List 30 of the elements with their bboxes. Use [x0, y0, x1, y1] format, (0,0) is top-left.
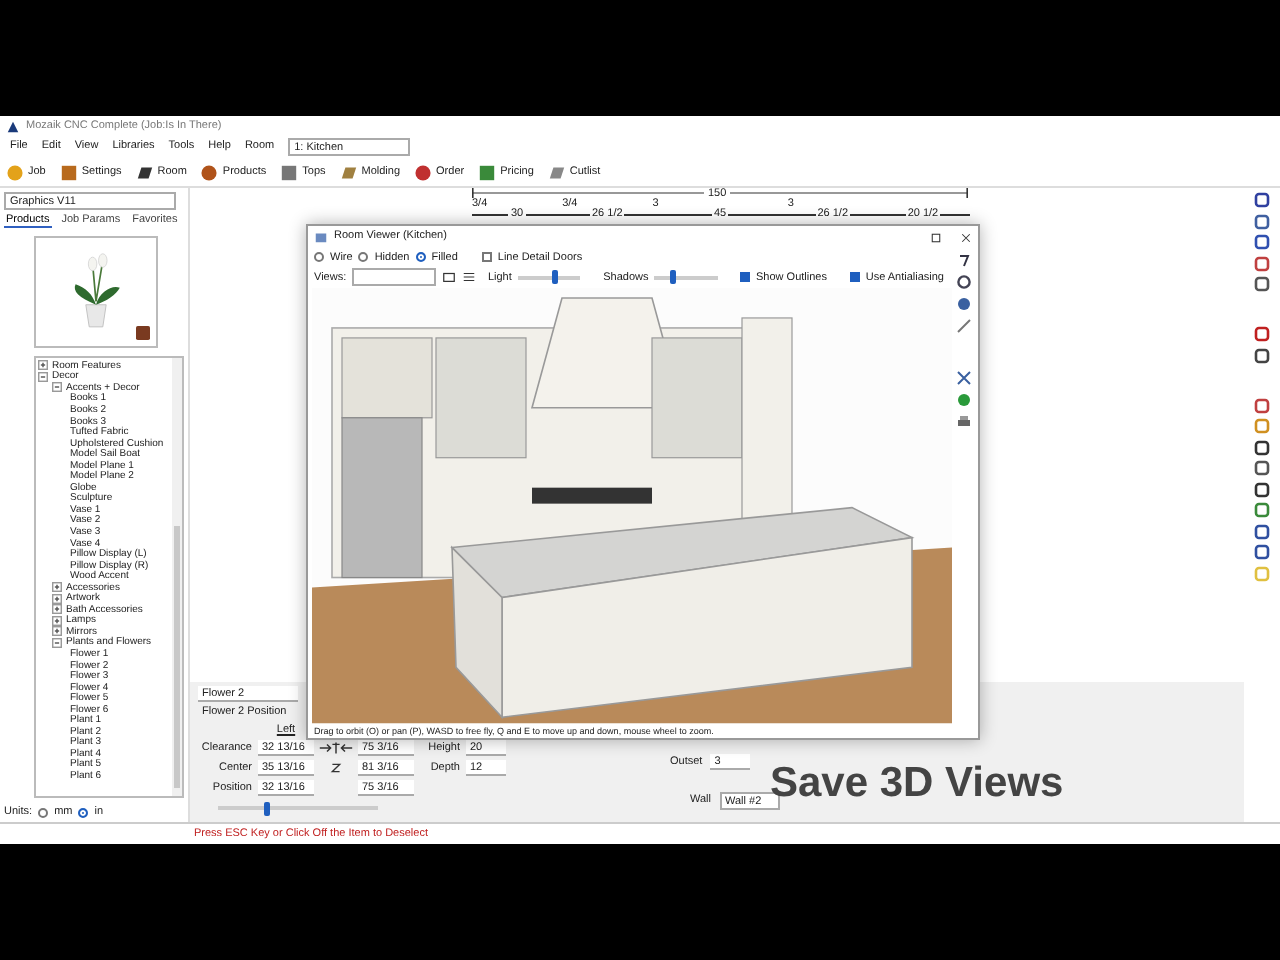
slider-track[interactable]: [654, 275, 718, 280]
expand-toggle-icon[interactable]: [52, 382, 62, 393]
checkbox[interactable]: [481, 252, 492, 263]
slider-track[interactable]: [218, 806, 378, 811]
radio-button[interactable]: [78, 807, 89, 817]
radio-button[interactable]: [415, 252, 426, 263]
slider-thumb[interactable]: [670, 270, 677, 285]
sphere-icon[interactable]: [956, 392, 972, 408]
radio-button[interactable]: [358, 252, 369, 263]
printer-icon[interactable]: [956, 414, 972, 430]
radio-button[interactable]: [314, 252, 324, 263]
expand-toggle-icon[interactable]: [52, 626, 62, 637]
checkbox[interactable]: [849, 272, 860, 283]
window-icon: [314, 230, 328, 244]
radio-button[interactable]: [38, 807, 49, 817]
expand-toggle-icon[interactable]: [52, 604, 62, 615]
expand-toggle-icon[interactable]: [52, 637, 62, 648]
expand-toggle-icon[interactable]: [38, 360, 48, 371]
expand-toggle-icon[interactable]: [52, 615, 62, 626]
align-icon[interactable]: [318, 742, 354, 755]
expand-toggle-icon[interactable]: [52, 582, 62, 593]
scrollbar[interactable]: [172, 358, 182, 796]
slider-thumb[interactable]: [552, 270, 559, 285]
maximize-icon[interactable]: [930, 231, 942, 243]
expand-toggle-icon[interactable]: [38, 371, 48, 382]
slider-thumb[interactable]: [263, 801, 269, 816]
expand-toggle-icon[interactable]: [52, 593, 62, 604]
list-icon[interactable]: [461, 270, 476, 285]
checkbox[interactable]: [740, 272, 750, 283]
slider-track[interactable]: [517, 275, 581, 280]
